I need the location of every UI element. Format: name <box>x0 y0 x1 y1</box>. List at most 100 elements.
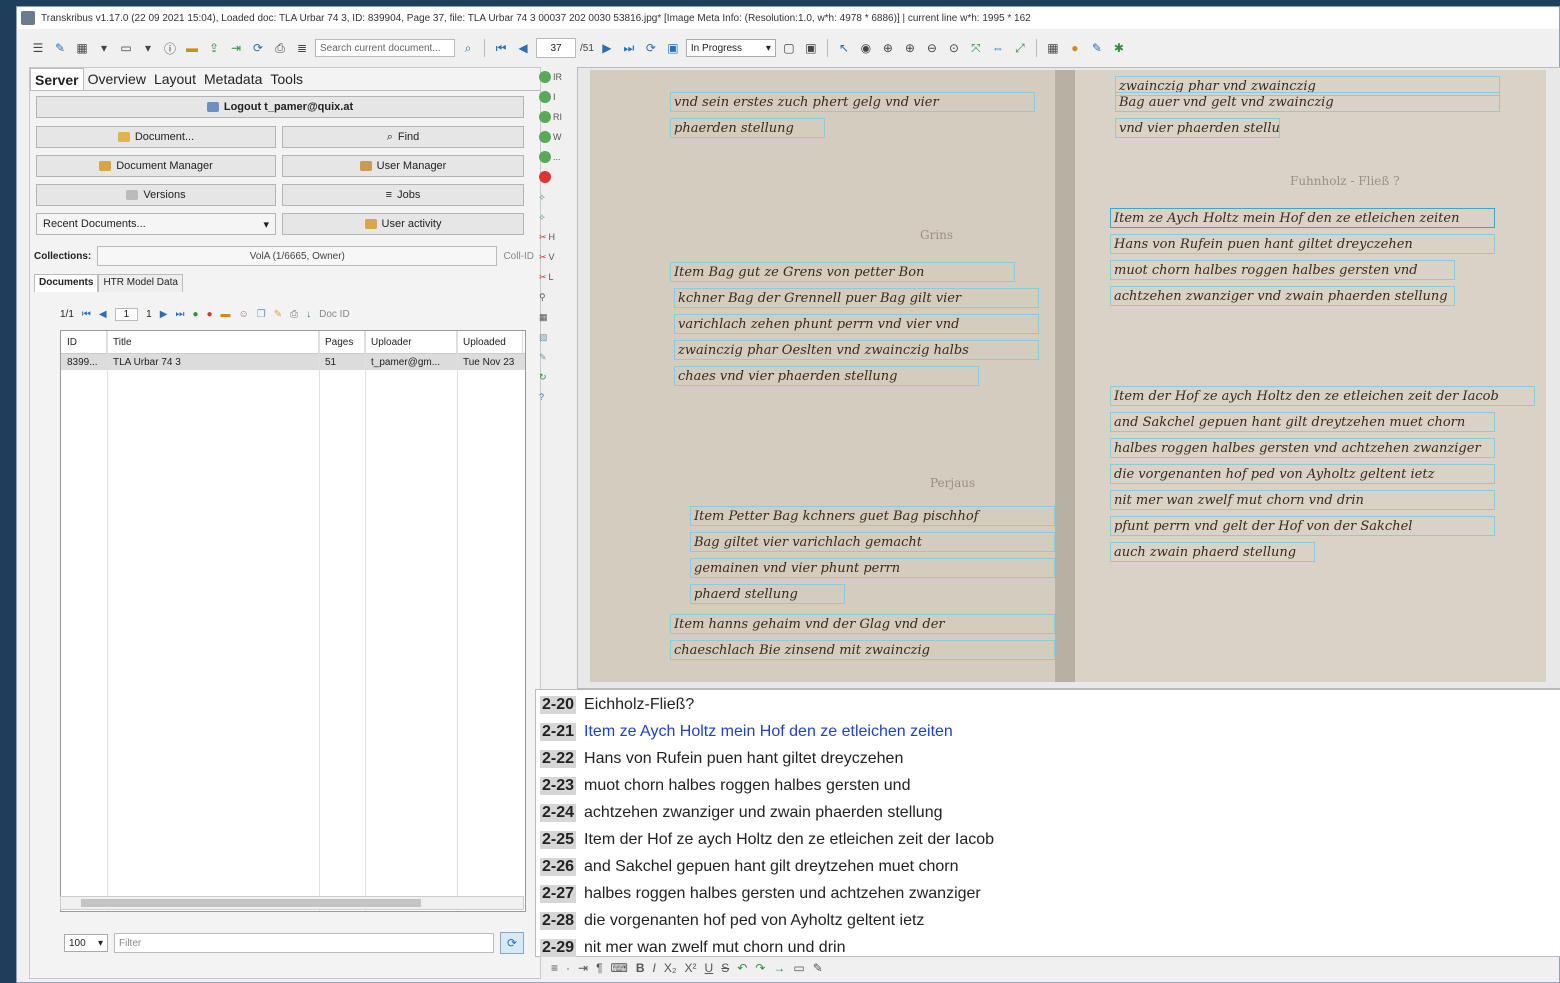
zoom-in-icon[interactable]: ⊕ <box>901 39 919 57</box>
export-icon[interactable]: ⇥ <box>227 39 245 57</box>
text-line[interactable]: pfunt perrn vnd gelt der Hof von der Sak… <box>1110 516 1495 536</box>
text-line[interactable]: Bag giltet vier varichlach gemacht <box>690 532 1055 552</box>
pen-icon[interactable]: ✎ <box>51 39 69 57</box>
bold-icon[interactable]: B <box>636 961 645 975</box>
image-viewer[interactable]: Grins Perjaus Fuhnholz - Fließ ? vnd sei… <box>577 67 1560 689</box>
transcription-line[interactable]: 2-26 and Sakchel gepuen hant gilt dreytze… <box>540 856 959 878</box>
folder-icon[interactable]: ▬ <box>221 309 231 320</box>
text-line[interactable]: Item Petter Bag kchners guet Bag pischho… <box>690 506 1055 526</box>
edit-mode-icon[interactable]: ✎ <box>1088 39 1106 57</box>
filter-input[interactable]: Filter <box>114 933 494 953</box>
logout-button[interactable]: Logout t_pamer@quix.at <box>36 96 524 118</box>
transcription-line[interactable]: 2-25 Item der Hof ze aych Holtz den ze et… <box>540 829 994 851</box>
line-text[interactable]: halbes roggen halbes gersten und achtzeh… <box>584 885 981 903</box>
transcription-line[interactable]: 2-28 die vorgenanten hof ped von Ayholtz … <box>540 910 924 932</box>
document-button[interactable]: Document... <box>36 126 276 148</box>
edit-icon[interactable]: ✎ <box>274 309 282 320</box>
last-page-icon[interactable]: ⏭ <box>175 309 184 320</box>
add-icon[interactable]: ● <box>192 309 198 320</box>
document-manager-button[interactable]: Document Manager <box>36 155 276 177</box>
plugin-icon[interactable]: ✱ <box>1110 39 1128 57</box>
line-text[interactable]: and Sakchel gepuen hant gilt dreytzehen … <box>584 858 958 876</box>
refresh-icon[interactable]: ⟳ <box>642 39 660 57</box>
first-page-icon[interactable]: ⏮ <box>492 39 510 57</box>
print-icon[interactable]: ⎙ <box>290 309 298 320</box>
tab-server[interactable]: Server <box>30 68 84 90</box>
window-icon[interactable]: ▭ <box>117 39 135 57</box>
line-text[interactable]: nit mer wan zwelf mut chorn und drin <box>584 939 845 957</box>
stack-icon[interactable]: ≣ <box>293 39 311 57</box>
italic-icon[interactable]: I <box>653 961 656 975</box>
tab-overview[interactable]: Overview <box>84 68 150 90</box>
text-line[interactable]: phaerd stellung <box>690 584 845 604</box>
transcription-line-current[interactable]: 2-21 Item ze Aych Holtz mein Hof den ze e… <box>540 721 953 743</box>
text-line[interactable]: Hans von Rufein puen hant giltet dreycze… <box>1110 234 1495 254</box>
space-icon[interactable]: · <box>566 961 570 975</box>
line-text[interactable]: achtzehen zwanziger und zwain phaerden s… <box>584 804 942 822</box>
text-line[interactable]: nit mer wan zwelf mut chorn vnd drin <box>1110 490 1495 510</box>
zoom-region-icon[interactable]: ⊕ <box>879 39 897 57</box>
copy-icon[interactable]: ❐ <box>257 309 266 320</box>
line-text[interactable]: Item ze Aych Holtz mein Hof den ze etlei… <box>584 723 953 741</box>
transcription-line[interactable]: 2-23 muot chorn halbes roggen halbes gers… <box>540 775 910 797</box>
jobs-button[interactable]: ≡ Jobs <box>282 184 524 206</box>
delete-icon[interactable]: ● <box>206 309 212 320</box>
tool-ri[interactable]: RI <box>539 109 579 125</box>
tool-pen[interactable]: ✎ <box>539 349 579 365</box>
text-line[interactable]: Bag auer vnd gelt vnd zwainczig <box>1115 92 1500 112</box>
subscript-icon[interactable]: X₂ <box>664 961 677 975</box>
tab-metadata[interactable]: Metadata <box>200 68 266 90</box>
tab-layout[interactable]: Layout <box>150 68 200 90</box>
text-line[interactable]: chaes vnd vier phaerden stellung <box>674 366 979 386</box>
strikethrough-icon[interactable]: S <box>721 961 729 975</box>
fit-height-icon[interactable]: ⤢ <box>1011 39 1029 57</box>
table-horizontal-scrollbar[interactable] <box>60 896 524 910</box>
next-page-icon[interactable]: ▶ <box>598 39 616 57</box>
search-input[interactable]: Search current document... <box>315 39 455 57</box>
select-icon[interactable]: ↖ <box>835 39 853 57</box>
tab-documents[interactable]: Documents <box>34 274 99 292</box>
find-button[interactable]: ⌕ Find <box>282 126 524 148</box>
folder-icon[interactable]: ▬ <box>183 39 201 57</box>
download-icon[interactable]: ↓ <box>306 309 311 320</box>
undo-icon[interactable]: ↶ <box>737 961 747 975</box>
tool-i[interactable]: I <box>539 89 579 105</box>
transcription-line[interactable]: 2-29 nit mer wan zwelf mut chorn und drin <box>540 937 845 959</box>
underline-icon[interactable]: U <box>705 961 714 975</box>
zoom-fit-icon[interactable]: ⊙ <box>945 39 963 57</box>
settings-icon[interactable]: ✎ <box>813 961 823 975</box>
dropdown-icon[interactable]: ▾ <box>139 39 157 57</box>
text-line[interactable]: vnd sein erstes zuch phert gelg vnd vier <box>670 92 1035 112</box>
tab-tools[interactable]: Tools <box>266 68 307 90</box>
scrollbar-thumb[interactable] <box>81 899 421 907</box>
line-text[interactable]: Item der Hof ze aych Holtz den ze etleic… <box>584 831 994 849</box>
tool-person[interactable]: ⚲ <box>539 289 579 305</box>
tool-w[interactable]: W <box>539 129 579 145</box>
save-icon[interactable]: ▣ <box>664 39 682 57</box>
user-manager-button[interactable]: User Manager <box>282 155 524 177</box>
tool-ir[interactable]: IR <box>539 69 579 85</box>
table-row[interactable]: 8399... TLA Urbar 74 3 51 t_pamer@gm... … <box>61 354 525 370</box>
tool-image[interactable]: ▧ <box>539 329 579 345</box>
tool-help[interactable]: ? <box>539 389 579 405</box>
redo-icon[interactable]: ↷ <box>755 961 765 975</box>
next-page-icon[interactable]: ▶ <box>160 309 168 320</box>
column-title[interactable]: Title <box>107 331 319 353</box>
paragraph-icon[interactable]: ¶ <box>596 961 602 975</box>
page-icon[interactable]: ▢ <box>780 39 798 57</box>
text-line[interactable]: Item hanns gehaim vnd der Glag vnd der <box>670 614 1055 634</box>
arrow-icon[interactable]: → <box>773 961 785 975</box>
page-copy-icon[interactable]: ▣ <box>802 39 820 57</box>
line-text[interactable]: Eichholz-Fließ? <box>584 696 694 714</box>
text-line[interactable]: chaeschlach Bie zinsend mit zwainczig <box>670 640 1055 660</box>
status-select[interactable]: In Progress ▾ <box>685 39 776 57</box>
prev-page-icon[interactable]: ◀ <box>99 309 107 320</box>
tool-remove[interactable] <box>539 169 579 185</box>
eye-icon[interactable]: ◉ <box>857 39 875 57</box>
last-page-icon[interactable]: ⏭ <box>620 39 638 57</box>
tab-htr-model-data[interactable]: HTR Model Data <box>98 274 183 292</box>
overlay-icon[interactable]: ● <box>1066 39 1084 57</box>
line-text[interactable]: die vorgenanten hof ped von Ayholtz gelt… <box>584 912 924 930</box>
reload-icon[interactable]: ⟳ <box>249 39 267 57</box>
text-line[interactable]: auch zwain phaerd stellung <box>1110 542 1315 562</box>
